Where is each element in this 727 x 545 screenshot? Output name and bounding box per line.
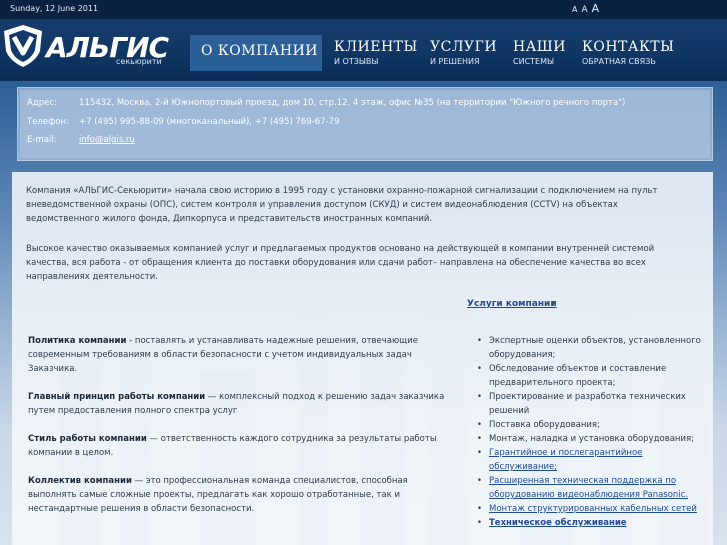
principle-item: Политика компании - поставлять и устанав… <box>28 334 448 376</box>
list-item: • Экспертные оценки объектов, установленн… <box>477 334 707 362</box>
address-label: Адрес: <box>27 98 57 108</box>
nav-item-clients[interactable]: КЛИЕНТЫ И ОТЗЫВЫ <box>334 39 418 75</box>
font-size-large-button[interactable]: A <box>592 2 604 15</box>
content-panel: Компания «АЛЬГИС-Секьюрити» начала свою … <box>12 172 713 545</box>
service-text: Обследование объектов и составление пред… <box>489 364 667 388</box>
bullet-icon: • <box>477 364 483 374</box>
nav-item-label: УСЛУГИ <box>430 39 498 55</box>
date-label: Sunday, 12 June 2011 <box>10 4 99 13</box>
email-link[interactable]: info@algis.ru <box>79 135 135 145</box>
principle-title: Политика компании <box>28 336 127 346</box>
service-text: Экспертные оценки объектов, установленно… <box>489 336 701 360</box>
main-nav: КЛИЕНТЫ И ОТЗЫВЫ УСЛУГИ И РЕШЕНИЯ НАШИ С… <box>0 35 727 71</box>
list-item: • Обследование объектов и составление пре… <box>477 362 707 390</box>
bullet-icon: • <box>477 392 483 402</box>
phone-value: +7 (495) 995-88-09 (многоканальный), +7 … <box>79 117 340 127</box>
principle-item: Главный принцип работы компании — компле… <box>28 390 448 418</box>
email-row: E-mail: info@algis.ru <box>27 135 135 145</box>
services-link[interactable]: Услуги компании <box>467 299 557 309</box>
list-item: • Гарантийное и послегарантийное обслужив… <box>477 446 707 474</box>
service-link[interactable]: Техническое обслуживание <box>489 518 627 528</box>
service-text: Поставка оборудования; <box>489 420 600 430</box>
service-text: Монтаж, наладка и установка оборудования… <box>489 434 694 444</box>
font-size-medium-button[interactable]: A <box>581 5 591 15</box>
address-value: 115432, Москва, 2-й Южнопортовый проезд,… <box>79 98 626 108</box>
list-item: • Техническое обслуживание <box>477 516 707 530</box>
bullet-icon: • <box>477 476 483 486</box>
service-link[interactable]: Расширенная техническая поддержка по обо… <box>489 476 688 500</box>
principle-item: Стиль работы компании — ответственность … <box>28 432 448 460</box>
list-item: • Монтаж, наладка и установка оборудовани… <box>477 432 707 446</box>
phone-row: Телефон: +7 (495) 995-88-09 (многоканальн… <box>27 117 339 127</box>
principle-title: Стиль работы компании <box>28 434 147 444</box>
services-colon: : <box>551 299 555 309</box>
bullet-icon: • <box>477 420 483 430</box>
nav-item-sublabel: ОБРАТНАЯ СВЯЗЬ <box>582 57 656 66</box>
bullet-icon: • <box>477 504 483 514</box>
bullet-icon: • <box>477 434 483 444</box>
nav-item-sublabel: СИСТЕМЫ <box>513 57 555 66</box>
list-item: • Монтаж структурированных кабельных сете… <box>477 502 707 516</box>
principle-title: Главный принцип работы компании <box>28 392 206 402</box>
font-size-switcher: AAA <box>572 2 603 15</box>
top-strip: Sunday, 12 June 2011 AAA <box>0 0 727 19</box>
nav-item-systems[interactable]: НАШИ СИСТЕМЫ <box>513 39 566 75</box>
bullet-icon: • <box>477 448 483 458</box>
nav-item-sublabel: И РЕШЕНИЯ <box>430 57 480 66</box>
bullet-icon: • <box>477 518 483 528</box>
phone-label: Телефон: <box>27 117 69 127</box>
email-label: E-mail: <box>27 135 57 145</box>
principle-title: Коллектив компании <box>28 476 132 486</box>
font-size-small-button[interactable]: A <box>572 5 581 14</box>
contact-box: Адрес: 115432, Москва, 2-й Южнопортовый п… <box>17 87 713 161</box>
nav-item-contacts[interactable]: КОНТАКТЫ ОБРАТНАЯ СВЯЗЬ <box>582 39 674 75</box>
intro-paragraph: Компания «АЛЬГИС-Секьюрити» начала свою … <box>26 186 658 224</box>
nav-item-label: НАШИ <box>513 39 566 55</box>
nav-item-sublabel: И ОТЗЫВЫ <box>334 57 379 66</box>
principles-column: Политика компании - поставлять и устанав… <box>28 334 448 530</box>
list-item: • Проектирование и разработка технических… <box>477 390 707 418</box>
bullet-icon: • <box>477 336 483 346</box>
nav-item-services[interactable]: УСЛУГИ И РЕШЕНИЯ <box>430 39 497 75</box>
service-text: Проектирование и разработка технических … <box>489 392 686 416</box>
service-link[interactable]: Гарантийное и послегарантийное обслужива… <box>489 448 642 472</box>
nav-item-label: КОНТАКТЫ <box>582 39 675 55</box>
services-list: • Экспертные оценки объектов, установленн… <box>477 334 707 530</box>
quality-paragraph: Высокое качество оказываемых компанией у… <box>26 244 655 282</box>
principle-item: Коллектив компании — это профессиональна… <box>28 474 448 516</box>
nav-item-label: КЛИЕНТЫ <box>334 39 418 55</box>
address-row: Адрес: 115432, Москва, 2-й Южнопортовый п… <box>27 98 625 108</box>
list-item: • Расширенная техническая поддержка по об… <box>477 474 707 502</box>
service-link[interactable]: Монтаж структурированных кабельных сетей <box>489 504 697 514</box>
list-item: • Поставка оборудования; <box>477 418 707 432</box>
